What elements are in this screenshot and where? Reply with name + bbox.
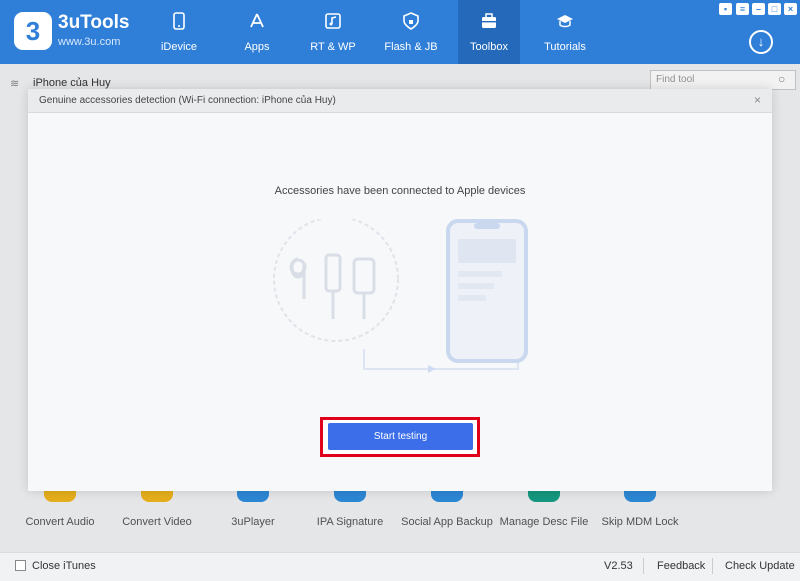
music-note-icon <box>324 12 342 30</box>
nav-label: Tutorials <box>534 41 596 53</box>
nav-apps[interactable]: Apps <box>226 0 288 64</box>
version-label: V2.53 <box>604 560 633 572</box>
appstore-icon <box>248 12 266 30</box>
check-update-link[interactable]: Check Update <box>725 560 795 572</box>
app-url: www.3u.com <box>58 36 120 48</box>
nav-label: iDevice <box>148 41 210 53</box>
footer-divider <box>712 558 713 574</box>
close-itunes-checkbox[interactable] <box>15 560 26 571</box>
dialog-header: Genuine accessories detection (Wi-Fi con… <box>28 89 772 113</box>
status-message: Accessories have been connected to Apple… <box>28 185 772 197</box>
nav-label: Apps <box>226 41 288 53</box>
top-bar: 3 3uTools www.3u.com iDevice Apps RT & W… <box>0 0 800 64</box>
nav-label: RT & WP <box>302 41 364 53</box>
graduation-cap-icon <box>556 12 574 30</box>
close-icon[interactable]: × <box>754 93 761 107</box>
maximize-icon[interactable]: □ <box>768 3 781 15</box>
feedback-link[interactable]: Feedback <box>657 560 705 572</box>
phone-icon <box>170 12 188 30</box>
close-icon[interactable]: × <box>784 3 797 15</box>
nav-toolbox[interactable]: Toolbox <box>458 0 520 64</box>
menu-icon[interactable]: ≡ <box>736 3 749 15</box>
app-title: 3uTools <box>58 12 129 34</box>
nav-flash-jb[interactable]: Flash & JB <box>380 0 442 64</box>
toolbox-icon <box>480 12 498 30</box>
close-itunes-label[interactable]: Close iTunes <box>32 560 96 572</box>
cart-icon[interactable]: ▪ <box>719 3 732 15</box>
nav-label: Toolbox <box>458 41 520 53</box>
logo-icon: 3 <box>14 12 52 50</box>
nav-tutorials[interactable]: Tutorials <box>534 0 596 64</box>
nav-rt-wp[interactable]: RT & WP <box>302 0 364 64</box>
nav-idevice[interactable]: iDevice <box>148 0 210 64</box>
accessories-illustration <box>268 219 538 399</box>
start-testing-button[interactable]: Start testing <box>328 423 473 450</box>
shield-lock-icon <box>402 12 420 30</box>
footer-divider <box>643 558 644 574</box>
minimize-icon[interactable]: – <box>752 3 765 15</box>
dialog-title: Genuine accessories detection (Wi-Fi con… <box>39 95 336 106</box>
download-icon[interactable]: ↓ <box>749 30 773 54</box>
nav-label: Flash & JB <box>380 41 442 53</box>
